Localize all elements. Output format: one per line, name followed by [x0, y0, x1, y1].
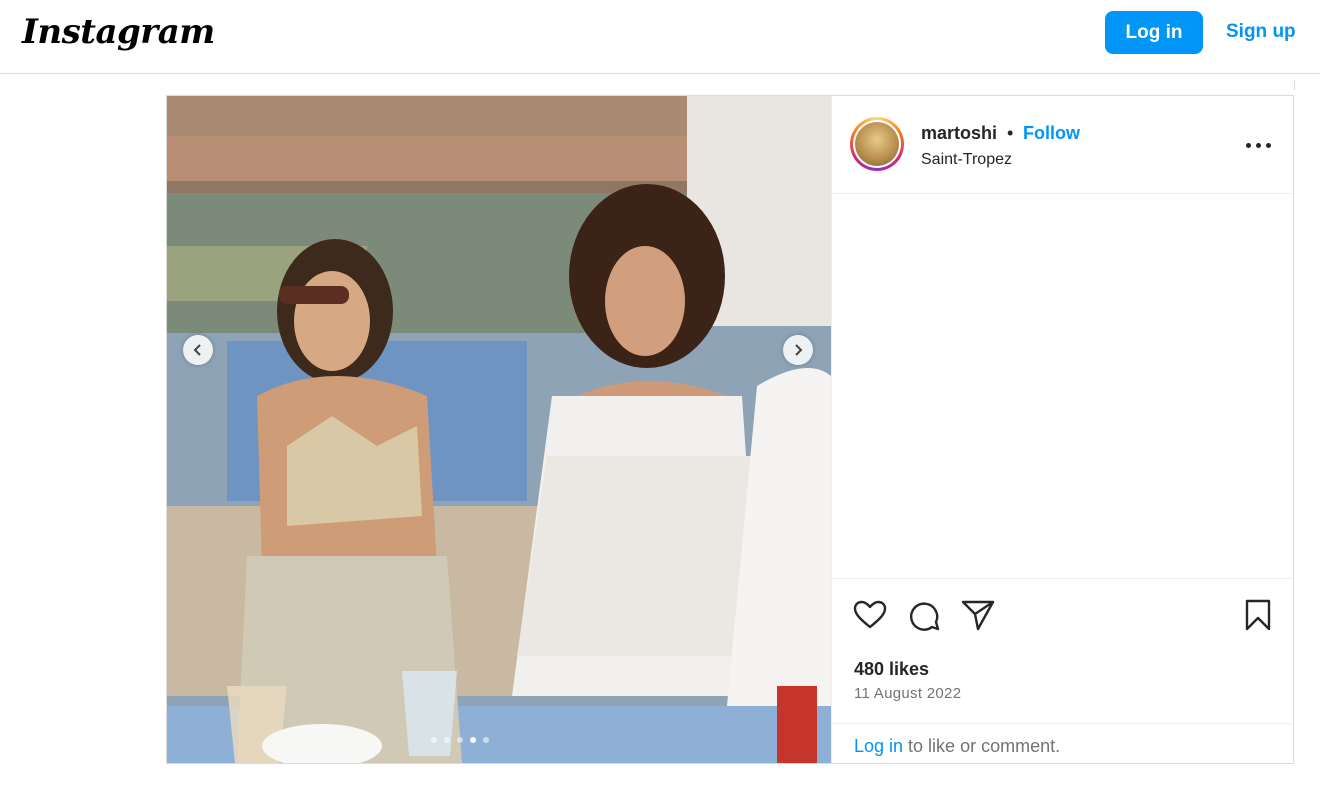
post-side-panel: martoshi • Follow Saint-Tropez 480 likes…	[831, 96, 1294, 763]
profile-picture	[855, 122, 899, 166]
carousel-indicator	[431, 737, 571, 745]
username-link[interactable]: martoshi	[921, 123, 997, 144]
post-image[interactable]	[167, 96, 831, 763]
more-options-icon[interactable]	[1244, 141, 1274, 151]
location-link[interactable]: Saint-Tropez	[921, 151, 1012, 169]
chevron-left-icon	[193, 344, 201, 356]
divider	[1294, 80, 1295, 90]
carousel-dot	[431, 737, 437, 743]
follow-button[interactable]: Follow	[1023, 123, 1080, 144]
carousel-dot	[483, 737, 489, 743]
previous-button[interactable]	[183, 335, 213, 365]
login-link[interactable]: Log in	[854, 736, 903, 756]
instagram-logo[interactable]: Instagram	[22, 12, 215, 52]
avatar[interactable]	[850, 117, 904, 171]
login-button[interactable]: Log in	[1105, 11, 1203, 54]
post-card: martoshi • Follow Saint-Tropez 480 likes…	[166, 95, 1294, 764]
login-prompt-text: to like or comment.	[903, 736, 1061, 756]
next-button[interactable]	[783, 335, 813, 365]
post-actions: 480 likes 11 August 2022	[832, 578, 1294, 741]
carousel-dot	[457, 737, 463, 743]
bookmark-icon[interactable]	[1240, 597, 1276, 633]
comment-icon[interactable]	[906, 597, 942, 633]
separator: •	[1007, 123, 1014, 143]
post-photo	[167, 96, 831, 763]
likes-count[interactable]: 480 likes	[854, 659, 929, 680]
signup-link[interactable]: Sign up	[1226, 21, 1296, 43]
carousel-dot	[444, 737, 450, 743]
post-header: martoshi • Follow Saint-Tropez	[832, 96, 1294, 194]
heart-icon[interactable]	[852, 597, 888, 633]
carousel-dot-active	[470, 737, 476, 743]
login-prompt: Log in to like or comment.	[832, 723, 1294, 764]
post-date[interactable]: 11 August 2022	[854, 685, 961, 702]
share-icon[interactable]	[960, 597, 996, 633]
chevron-right-icon	[795, 344, 803, 356]
top-navigation: Instagram Log in Sign up	[0, 0, 1320, 74]
